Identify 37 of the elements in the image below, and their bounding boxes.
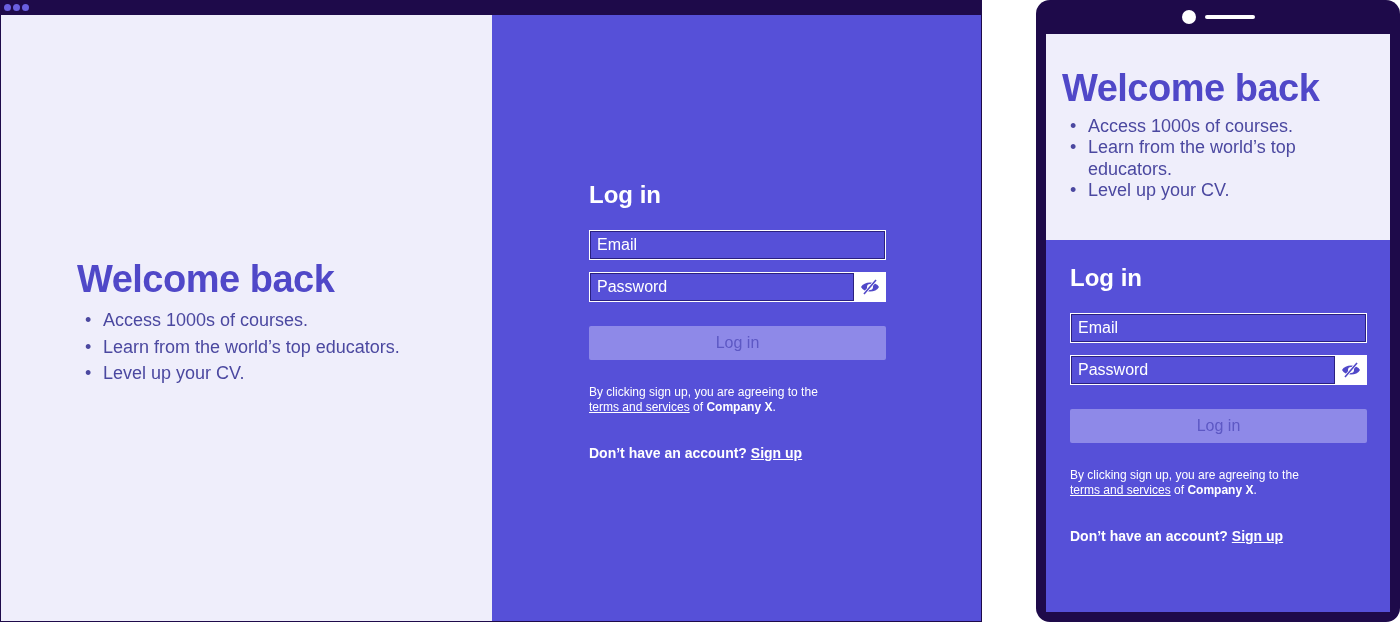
camera-icon bbox=[1181, 10, 1196, 24]
signup-link[interactable]: Sign up bbox=[750, 444, 803, 461]
feature-item: Access 1000s of courses. bbox=[1088, 115, 1294, 138]
speaker-icon bbox=[1204, 15, 1255, 19]
eye-slash-icon bbox=[859, 278, 880, 295]
feature-item: Level up your CV. bbox=[1088, 180, 1230, 202]
eye-slash-icon bbox=[1340, 361, 1361, 378]
show-password-button[interactable] bbox=[1335, 355, 1366, 384]
window-dot-icon bbox=[4, 4, 11, 11]
terms-link[interactable]: terms and services bbox=[589, 399, 690, 414]
signup-prompt: Don’t have an account? Sign up bbox=[589, 443, 804, 463]
email-field[interactable]: Email bbox=[589, 229, 886, 260]
show-password-button[interactable] bbox=[854, 272, 885, 301]
bullet: • bbox=[85, 362, 93, 386]
bullet: • bbox=[1070, 115, 1078, 138]
terms-notice: By clicking sign up, you are agreeing to the terms and services of Company X. bbox=[1070, 467, 1300, 498]
bullet: • bbox=[85, 309, 93, 333]
email-field[interactable]: Email bbox=[1070, 312, 1367, 343]
feature-item: Learn from the world’s top educators. bbox=[103, 335, 400, 359]
password-field[interactable]: Password bbox=[1070, 354, 1367, 385]
window-dot-icon bbox=[13, 4, 20, 11]
bullet: • bbox=[85, 335, 93, 359]
window-dot-icon bbox=[22, 4, 29, 11]
signup-link[interactable]: Sign up bbox=[1231, 527, 1284, 544]
terms-link[interactable]: terms and services bbox=[1070, 482, 1171, 497]
feature-item: Level up your CV. bbox=[103, 362, 245, 386]
feature-item: Access 1000s of courses. bbox=[103, 309, 309, 333]
feature-item: Learn from the world’s top educators. bbox=[1088, 137, 1297, 181]
bullet: • bbox=[1070, 137, 1078, 160]
welcome-heading: Welcome back bbox=[77, 259, 336, 302]
login-heading: Log in bbox=[1070, 264, 1143, 293]
bullet: • bbox=[1070, 180, 1078, 202]
terms-notice: By clicking sign up, you are agreeing to the terms and services of Company X. bbox=[589, 384, 819, 415]
signup-prompt: Don’t have an account? Sign up bbox=[1070, 526, 1285, 546]
login-heading: Log in bbox=[589, 181, 662, 210]
welcome-heading: Welcome back bbox=[1062, 68, 1321, 110]
password-field[interactable]: Password bbox=[589, 271, 886, 302]
